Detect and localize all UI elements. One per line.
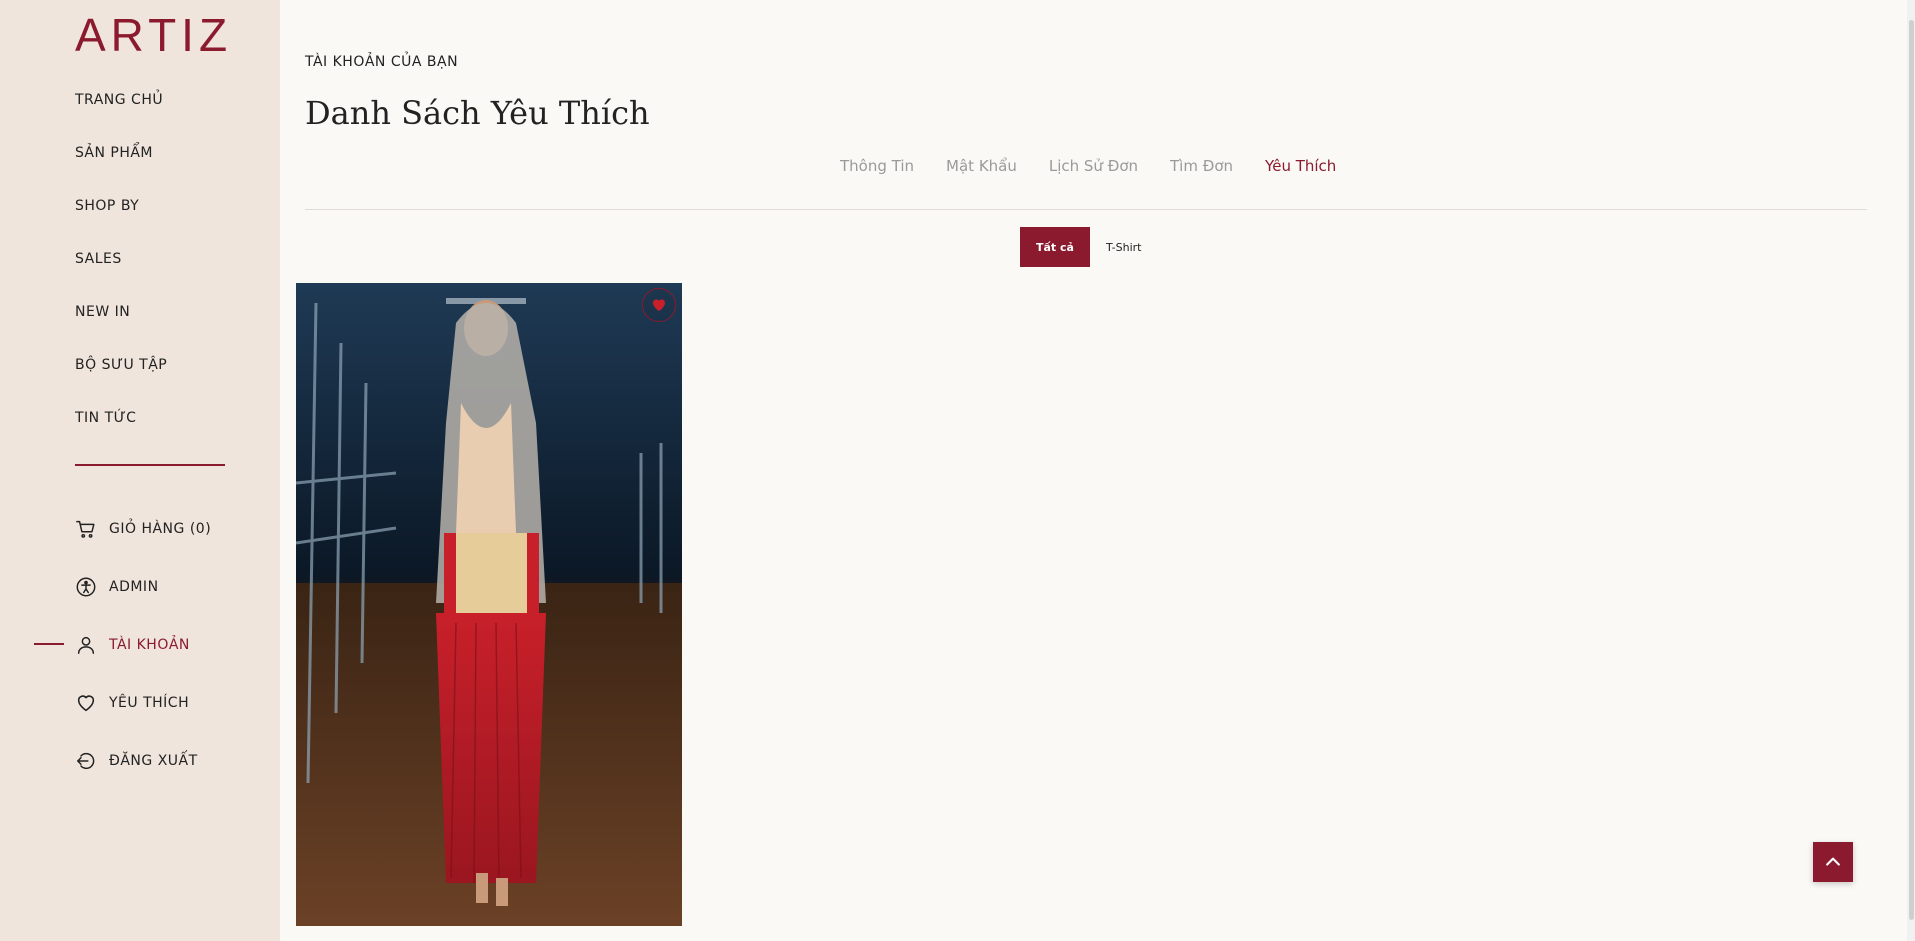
- filter-tshirt[interactable]: T-Shirt: [1090, 227, 1158, 267]
- admin-label: ADMIN: [109, 579, 159, 595]
- cart-icon: [76, 520, 95, 538]
- wishlist-link[interactable]: YÊU THÍCH: [75, 674, 211, 732]
- accessibility-icon: [76, 577, 96, 597]
- logout-icon: [77, 752, 95, 770]
- nav-item-shop-by[interactable]: SHOP BY: [75, 198, 167, 251]
- tab-wishlist[interactable]: Yêu Thích: [1265, 157, 1336, 175]
- admin-link[interactable]: ADMIN: [75, 558, 211, 616]
- main-nav: TRANG CHỦ SẢN PHẨM SHOP BY SALES NEW IN …: [75, 92, 167, 463]
- tab-info[interactable]: Thông Tin: [840, 157, 914, 175]
- account-link[interactable]: TÀI KHOẢN: [34, 616, 211, 674]
- heart-filled-icon: [653, 299, 665, 311]
- heart-icon: [77, 695, 95, 712]
- tab-order-history[interactable]: Lịch Sử Đơn: [1049, 157, 1138, 175]
- filter-all[interactable]: Tất cả: [1020, 227, 1090, 267]
- account-label: TÀI KHOẢN: [109, 637, 190, 653]
- main-content: TÀI KHOẢN CỦA BẠN Danh Sách Yêu Thích Th…: [280, 0, 1915, 941]
- nav-item-products[interactable]: SẢN PHẨM: [75, 145, 167, 198]
- nav-item-collections[interactable]: BỘ SƯU TẬP: [75, 357, 167, 410]
- chevron-up-icon: [1826, 857, 1840, 866]
- brand-logo[interactable]: ARTIZ: [75, 8, 232, 62]
- nav-item-news[interactable]: TIN TỨC: [75, 410, 167, 463]
- cart-link[interactable]: GIỎ HÀNG (0): [75, 500, 211, 558]
- product-card[interactable]: [296, 283, 682, 926]
- active-marker: [34, 643, 64, 645]
- sidebar: ARTIZ TRANG CHỦ SẢN PHẨM SHOP BY SALES N…: [0, 0, 280, 941]
- wishlist-remove-button[interactable]: [642, 288, 676, 322]
- account-tabs: Thông Tin Mật Khẩu Lịch Sử Đơn Tìm Đơn Y…: [840, 157, 1336, 175]
- nav-item-sales[interactable]: SALES: [75, 251, 167, 304]
- scrollbar-thumb[interactable]: [1909, 20, 1914, 920]
- logout-label: ĐĂNG XUẤT: [109, 753, 198, 769]
- wishlist-label: YÊU THÍCH: [109, 695, 190, 711]
- nav-item-new-in[interactable]: NEW IN: [75, 304, 167, 357]
- logout-link[interactable]: ĐĂNG XUẤT: [75, 732, 211, 790]
- account-menu: GIỎ HÀNG (0) ADMIN TÀI KHOẢN YÊU THÍCH Đ…: [34, 500, 211, 790]
- category-filters: Tất cả T-Shirt: [1020, 227, 1158, 267]
- product-image: [296, 283, 682, 926]
- tab-password[interactable]: Mật Khẩu: [946, 157, 1017, 175]
- tab-find-order[interactable]: Tìm Đơn: [1170, 157, 1233, 175]
- cart-label: GIỎ HÀNG (0): [109, 521, 212, 537]
- scroll-to-top-button[interactable]: [1813, 842, 1853, 882]
- page-title: Danh Sách Yêu Thích: [305, 94, 650, 132]
- user-icon: [77, 636, 95, 654]
- nav-divider: [75, 464, 225, 466]
- tabs-divider: [305, 209, 1867, 210]
- breadcrumb: TÀI KHOẢN CỦA BẠN: [305, 54, 459, 70]
- nav-item-home[interactable]: TRANG CHỦ: [75, 92, 167, 145]
